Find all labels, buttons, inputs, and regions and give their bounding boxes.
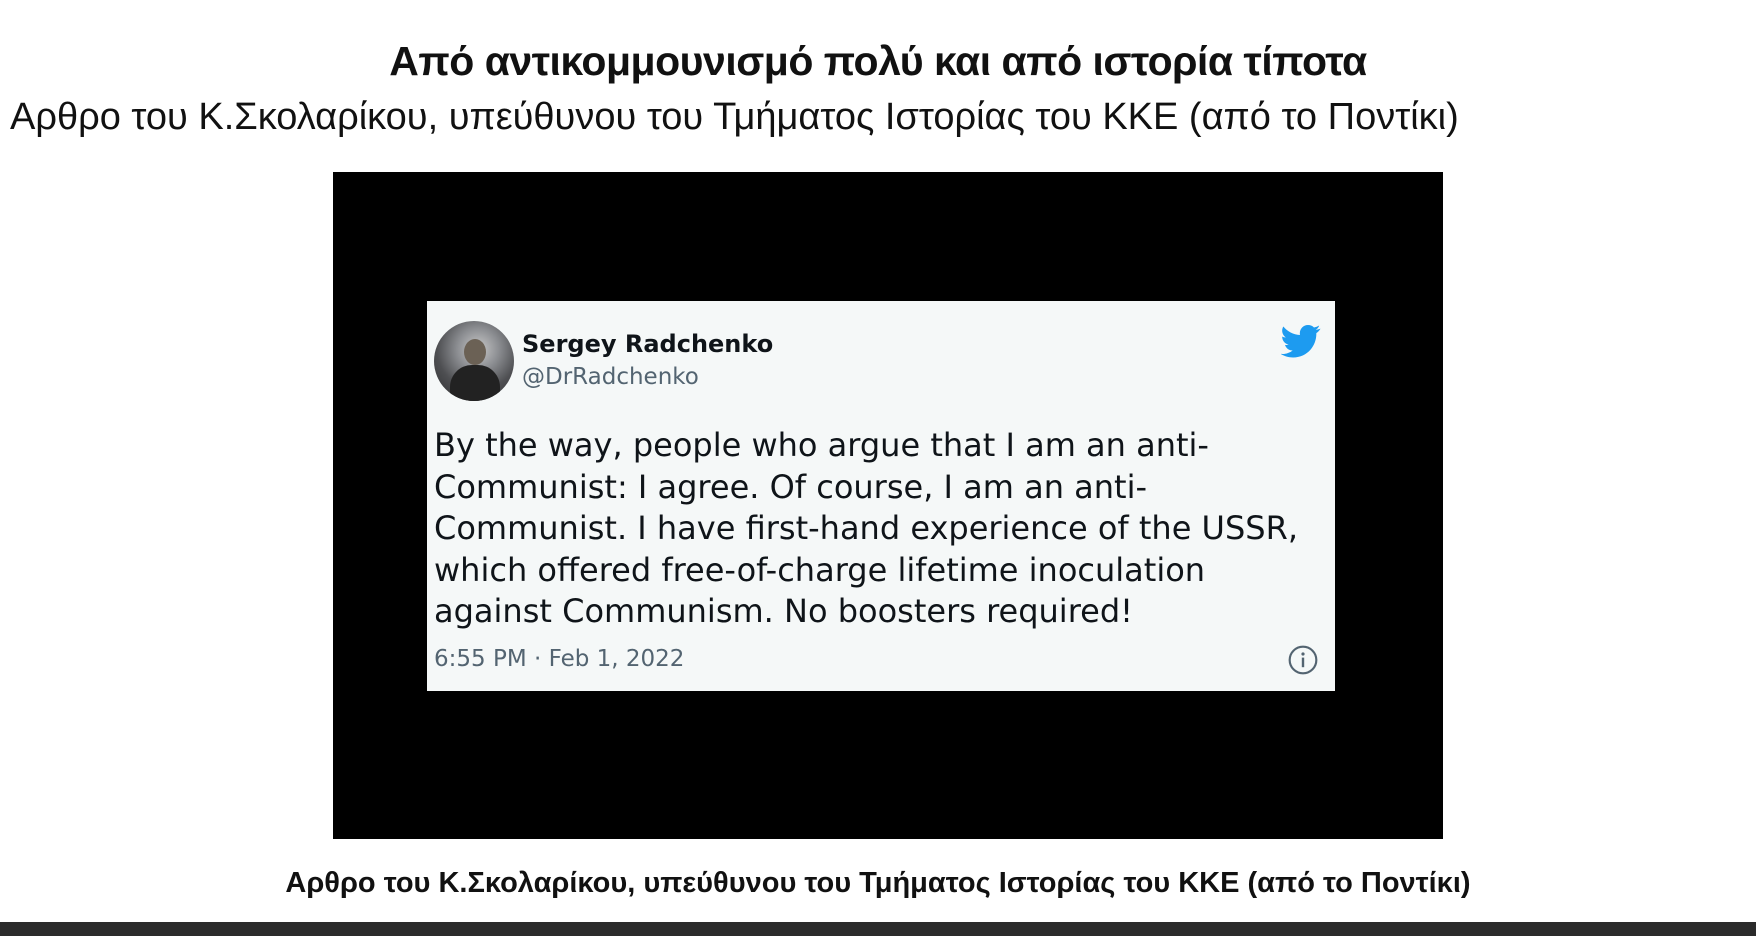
page: Από αντικομμουνισμό πολύ και από ιστορία… bbox=[0, 0, 1756, 936]
article-subtitle: Αρθρο του Κ.Σκολαρίκου, υπεύθυνου του Τμ… bbox=[10, 96, 1459, 138]
bottom-share-bar bbox=[0, 922, 1756, 936]
video-caption: Αρθρο του Κ.Σκολαρίκου, υπεύθυνου του Τμ… bbox=[285, 867, 1471, 899]
embedded-video[interactable]: Sergey Radchenko @DrRadchenko By the way… bbox=[333, 172, 1443, 839]
twitter-bird-icon bbox=[1281, 325, 1321, 358]
tweet-timestamp[interactable]: 6:55 PM · Feb 1, 2022 bbox=[434, 646, 684, 672]
info-icon[interactable] bbox=[1287, 644, 1319, 676]
tweet-author-name: Sergey Radchenko bbox=[522, 330, 774, 358]
tweet-author-handle: @DrRadchenko bbox=[522, 364, 699, 390]
tweet-card: Sergey Radchenko @DrRadchenko By the way… bbox=[427, 301, 1335, 691]
article-headline: Από αντικομμουνισμό πολύ και από ιστορία… bbox=[389, 38, 1367, 84]
avatar bbox=[434, 321, 514, 401]
tweet-text: By the way, people who argue that I am a… bbox=[434, 426, 1298, 630]
